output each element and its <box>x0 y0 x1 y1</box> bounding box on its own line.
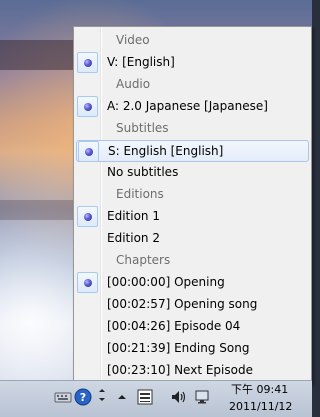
menu-header-editions: Editions <box>76 184 309 206</box>
taskbar: ? 下午 09:41 2011/11/12 <box>0 380 312 417</box>
menu-item[interactable]: Edition 1 <box>76 206 309 228</box>
menu-item[interactable]: S: English [English] <box>76 140 309 162</box>
menu-header-label: Subtitles <box>116 121 169 135</box>
menu-item[interactable]: [00:23:10] Next Episode <box>76 360 309 382</box>
radio-dot-icon <box>85 148 93 156</box>
menu-header-label: Editions <box>116 187 164 201</box>
radio-dot-icon <box>84 279 92 287</box>
menu-item-label: S: English [English] <box>108 144 224 158</box>
menu-header-label: Video <box>116 33 150 47</box>
radio-check-icon <box>77 52 98 73</box>
svg-text:?: ? <box>80 391 86 404</box>
network-icon[interactable] <box>193 388 211 406</box>
keyboard-icon[interactable] <box>54 388 72 406</box>
menu-header-audio: Audio <box>76 74 309 96</box>
menu-item-label: [00:00:00] Opening <box>107 275 225 289</box>
wallpaper-shadow <box>0 200 80 220</box>
menu-item[interactable]: [00:21:39] Ending Song <box>76 338 309 360</box>
radio-dot-icon <box>84 59 92 67</box>
menu-header-label: Audio <box>116 77 151 91</box>
radio-check-icon <box>77 206 98 227</box>
menu-item-label: Edition 1 <box>107 209 160 223</box>
wallpaper-treeline <box>0 40 80 70</box>
menu-item[interactable]: [00:02:57] Opening song <box>76 294 309 316</box>
menu-header-chapters: Chapters <box>76 250 309 272</box>
menu-item-label: [00:23:10] Next Episode <box>107 363 253 377</box>
flag-icon[interactable] <box>136 388 154 406</box>
clock-time[interactable]: 下午 09:41 <box>231 381 288 397</box>
menu-item-label: [00:21:39] Ending Song <box>107 341 250 355</box>
radio-dot-icon <box>84 103 92 111</box>
menu-item[interactable]: A: 2.0 Japanese [Japanese] <box>76 96 309 118</box>
help-icon[interactable]: ? <box>74 388 92 406</box>
menu-item-label: [00:04:26] Episode 04 <box>107 319 241 333</box>
menu-item-label: Edition 2 <box>107 231 160 245</box>
menu-header-label: Chapters <box>116 253 171 267</box>
menu-item-label: V: [English] <box>107 55 175 69</box>
radio-check-icon <box>77 96 98 117</box>
context-menu: Video V: [English] Audio A: 2.0 Japanese [J… <box>73 26 312 384</box>
menu-item-label: [00:02:57] Opening song <box>107 297 258 311</box>
radio-check-icon <box>77 272 98 293</box>
menu-header-video: Video <box>76 30 309 52</box>
radio-dot-icon <box>84 213 92 221</box>
menu-item-label: No subtitles <box>107 165 179 179</box>
menu-item[interactable]: No subtitles <box>76 162 309 184</box>
menu-header-subtitles: Subtitles <box>76 118 309 140</box>
pin-arrows-icon[interactable] <box>97 388 107 406</box>
menu-item[interactable]: Edition 2 <box>76 228 309 250</box>
volume-icon[interactable] <box>170 388 188 406</box>
menu-item[interactable]: [00:04:26] Episode 04 <box>76 316 309 338</box>
show-hidden-icons-icon[interactable] <box>117 388 127 406</box>
menu-item[interactable]: V: [English] <box>76 52 309 74</box>
clock-date[interactable]: 2011/11/12 <box>229 400 292 413</box>
menu-item[interactable]: [00:00:00] Opening <box>76 272 309 294</box>
radio-check-icon <box>78 141 99 162</box>
menu-item-label: A: 2.0 Japanese [Japanese] <box>107 99 268 113</box>
